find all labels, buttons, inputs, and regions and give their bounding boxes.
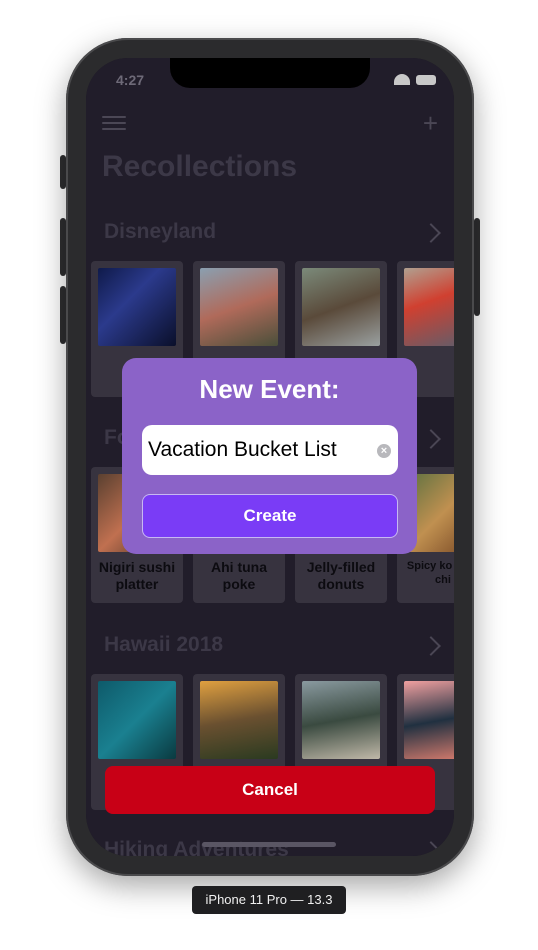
home-indicator [202,842,336,847]
battery-icon [416,74,436,85]
section-title-hiking: Hiking Adventures [104,838,289,856]
card-caption: Jelly-filled donuts [306,559,376,592]
simulator-stage: 4:27 + Recollections Disneyland Fo Nigir [0,0,538,950]
chevron-right-icon[interactable] [421,429,441,449]
device-label: iPhone 11 Pro — 13.3 [192,886,346,914]
chevron-right-icon[interactable] [421,223,441,243]
wifi-icon [394,74,410,85]
chevron-right-icon[interactable] [421,636,441,656]
photo-thumbnail [404,268,454,346]
section-title-hawaii: Hawaii 2018 [104,633,224,656]
power-button [474,218,480,316]
cancel-button[interactable]: Cancel [105,766,435,814]
event-name-input[interactable] [142,425,398,475]
status-time: 4:27 [116,72,145,88]
dialog-title: New Event: [199,374,340,404]
page-title: Recollections [102,150,298,183]
photo-thumbnail [302,268,380,346]
clear-text-icon[interactable]: × [377,444,391,458]
card-caption: Spicy ko fried chi [406,560,454,586]
filter-icon[interactable] [102,112,126,134]
chevron-right-icon[interactable] [421,841,441,856]
photo-thumbnail [98,681,176,759]
section-title-disneyland: Disneyland [104,220,217,243]
new-event-dialog: New Event: × Create [122,358,417,554]
card-caption: Nigiri sushi platter [98,559,176,592]
photo-thumbnail [200,681,278,759]
notch [170,58,370,88]
card-caption: Ahi tuna poke [211,559,267,592]
photo-thumbnail [200,268,278,346]
photo-thumbnail [404,681,454,759]
add-icon[interactable]: + [423,110,438,136]
create-button[interactable]: Create [142,494,398,538]
photo-thumbnail [302,681,380,759]
status-icons [394,74,436,85]
phone-screen: 4:27 + Recollections Disneyland Fo Nigir [86,58,454,856]
photo-thumbnail [98,268,176,346]
